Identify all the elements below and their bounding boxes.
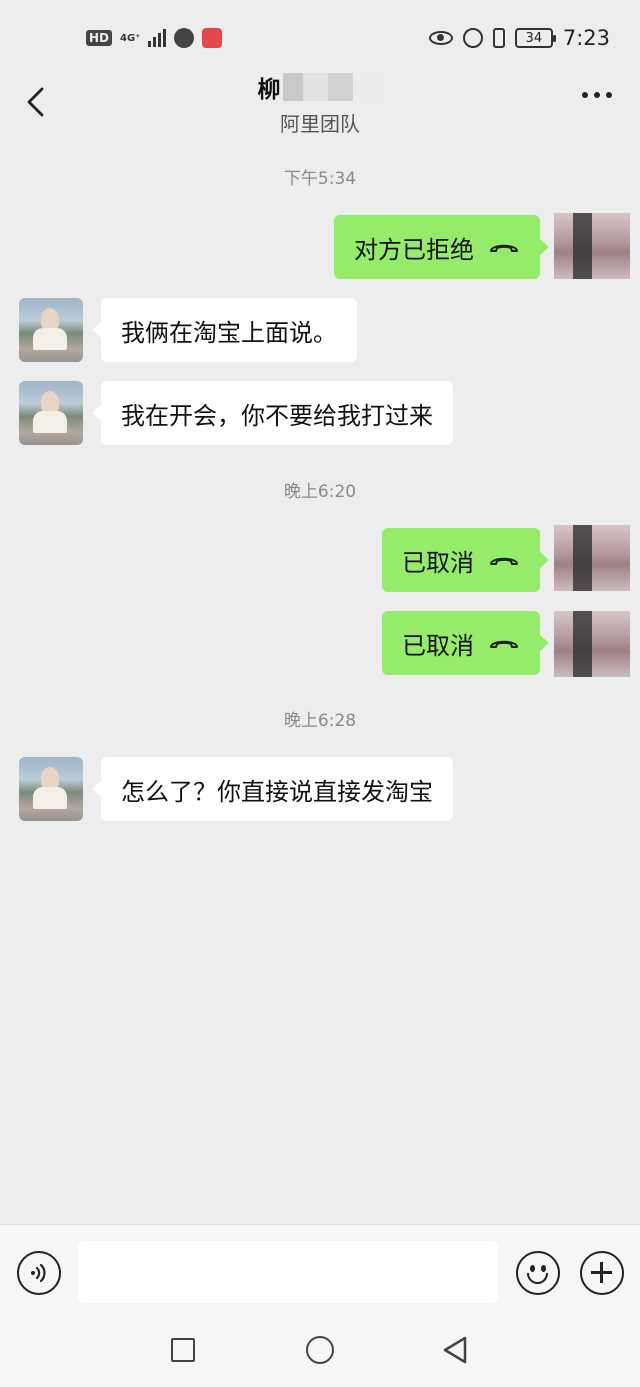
- timestamp: 下午5:34: [283, 169, 357, 189]
- browser-icon: [174, 28, 195, 48]
- my-avatar[interactable]: [554, 525, 630, 591]
- battery-level: 34: [525, 30, 543, 46]
- call-status-text: 已取消: [402, 548, 474, 577]
- emoji-button[interactable]: [516, 1251, 560, 1295]
- voice-input-button[interactable]: [17, 1251, 61, 1295]
- home-button[interactable]: [306, 1336, 334, 1364]
- call-status-text: 已取消: [402, 631, 474, 660]
- message-input[interactable]: [78, 1241, 498, 1303]
- contact-avatar[interactable]: [19, 381, 83, 445]
- clock: 7:23: [562, 26, 610, 50]
- message-text: 我在开会，你不要给我打过来: [121, 401, 433, 430]
- message-text: 怎么了？你直接说直接发淘宝: [121, 777, 433, 806]
- phone-hangup-icon: [490, 640, 518, 648]
- my-avatar[interactable]: [554, 213, 630, 279]
- contact-name: 柳: [257, 77, 281, 103]
- voice-icon: [31, 1263, 46, 1283]
- eye-comfort-icon: [428, 31, 453, 45]
- contact-avatar[interactable]: [19, 757, 83, 821]
- nav-back-button[interactable]: [442, 1335, 468, 1365]
- vibrate-icon: [492, 28, 505, 48]
- call-status-text: 对方已拒绝: [354, 235, 474, 264]
- message-bubble[interactable]: 怎么了？你直接说直接发淘宝: [92, 757, 453, 821]
- call-record-bubble[interactable]: 已取消: [382, 528, 549, 592]
- my-avatar[interactable]: [554, 611, 630, 677]
- more-options-button[interactable]: [582, 92, 612, 98]
- chat-header: 柳 阿里团队: [0, 62, 640, 140]
- chat-title: 柳: [257, 72, 383, 103]
- message-bubble[interactable]: 我俩在淘宝上面说。: [92, 298, 357, 362]
- network-indicator: 4G⁺: [120, 32, 141, 44]
- input-bar: [0, 1224, 640, 1318]
- name-redaction: [282, 73, 383, 101]
- system-nav-bar: [0, 1318, 640, 1387]
- chat-subtitle: 阿里团队: [280, 112, 360, 136]
- more-dots-icon: [582, 92, 588, 98]
- timestamp: 晚上6:28: [283, 711, 357, 731]
- more-functions-button[interactable]: [580, 1251, 624, 1295]
- hd-indicator: HD: [86, 30, 113, 46]
- phone-hangup-icon: [490, 557, 518, 565]
- timestamp: 晚上6:20: [283, 482, 357, 502]
- message-text: 我俩在淘宝上面说。: [121, 318, 337, 347]
- message-bubble[interactable]: 我在开会，你不要给我打过来: [92, 381, 453, 445]
- recent-apps-button[interactable]: [171, 1338, 195, 1362]
- call-record-bubble[interactable]: 已取消: [382, 611, 549, 675]
- app-notification-icon: [202, 28, 223, 48]
- alarm-icon: [462, 28, 483, 48]
- phone-hangup-icon: [490, 244, 518, 252]
- emoji-icon: [530, 1265, 535, 1272]
- contact-avatar[interactable]: [19, 298, 83, 362]
- signal-icon: [148, 29, 167, 47]
- call-record-bubble[interactable]: 对方已拒绝: [334, 215, 549, 279]
- battery-icon: 34: [514, 28, 556, 48]
